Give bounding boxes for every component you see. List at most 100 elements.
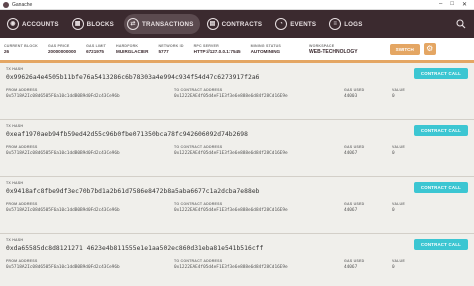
to-address-column: TO CONTRACT ADDRESS 0x1222EAE4f05d4eF1E3… [174, 259, 344, 270]
gas-used-value: 44003 [344, 94, 358, 99]
transactions-icon: ⇄ [127, 18, 139, 30]
search-icon[interactable] [456, 19, 466, 29]
contract-call-badge: CONTRACT CALL [413, 125, 468, 136]
from-address-label: FROM ADDRESS [6, 145, 38, 149]
transaction-row[interactable]: TX HASH 0x9418afc8fbe9df3ec70b7bd1a2b61d… [0, 177, 474, 234]
window-controls: – □ ✕ [439, 1, 471, 8]
window-titlebar: Ganache – □ ✕ [0, 0, 474, 10]
stat-value: MUIRGLACIER [116, 49, 149, 54]
nav-blocks-label: BLOCKS [86, 20, 114, 28]
gas-used-column: GAS USED 44067 [344, 202, 392, 213]
search-box[interactable] [452, 18, 470, 30]
value-value: 0 [392, 208, 395, 213]
transaction-row[interactable]: TX HASH 0x99626a4e4505b11bfe76a5413286c6… [0, 63, 474, 120]
from-address-value: 0x5718A2Ic08d6505F6a10c1ddB0B9d0Fd2c43Ce… [6, 208, 120, 213]
value-column: VALUE 0 [392, 259, 432, 270]
stats-bar: CURRENT BLOCK 26 GAS PRICE 20000000000 G… [0, 38, 474, 63]
stat-rpc-server: RPC SERVER HTTP://127.0.0.1:7545 [194, 44, 241, 54]
minimize-icon[interactable]: – [439, 1, 442, 8]
stat-label: CURRENT BLOCK [4, 44, 38, 48]
stat-label: RPC SERVER [193, 44, 219, 48]
close-icon[interactable]: ✕ [462, 1, 467, 8]
window-title: Ganache [12, 1, 33, 8]
stat-value: 5777 [158, 49, 169, 54]
stat-current-block: CURRENT BLOCK 26 [4, 44, 38, 54]
stat-workspace: WORKSPACE WEB-TECHNOLOGY [309, 44, 358, 55]
nav-accounts-label: ACCOUNTS [22, 20, 59, 28]
to-address-value: 0x1222EAE4f05d4eF1E3f3e6e888e6d84f28Cd16… [174, 208, 288, 213]
tx-hash: 0x9418afc8fbe9df3ec70b7bd1a2b61d7586e847… [6, 188, 260, 195]
from-address-label: FROM ADDRESS [6, 259, 38, 263]
value-label: VALUE [392, 145, 405, 149]
to-address-label: TO CONTRACT ADDRESS [174, 88, 223, 92]
nav-logs-label: LOGS [344, 20, 363, 28]
main-navbar: ◉ ACCOUNTS ▦ BLOCKS ⇄ TRANSACTIONS ▤ CON… [0, 10, 474, 38]
value-value: 0 [392, 151, 395, 156]
transaction-row[interactable]: TX HASH 0xeaf1970aeb94fb59ed42d55c96b0fb… [0, 120, 474, 177]
stat-value: HTTP://127.0.0.1:7545 [193, 49, 241, 54]
from-address-value: 0x5718A2Ic08d6505F6a10c1ddB0B9d0Fd2c43Ce… [6, 265, 120, 270]
from-address-column: FROM ADDRESS 0x5718A2Ic08d6505F6a10c1ddB… [6, 202, 174, 213]
stat-hardfork: HARDFORK MUIRGLACIER [116, 44, 148, 54]
switch-workspace-button[interactable]: SWITCH [389, 43, 420, 55]
stat-label: GAS PRICE [47, 44, 70, 48]
stat-mining-status: MINING STATUS AUTOMINING [251, 44, 281, 54]
gas-used-column: GAS USED 44067 [344, 259, 392, 270]
tx-hash-label: TX HASH [6, 124, 24, 128]
gas-used-label: GAS USED [344, 259, 365, 263]
stat-value: 6721975 [86, 49, 104, 54]
value-label: VALUE [392, 88, 405, 92]
to-address-column: TO CONTRACT ADDRESS 0x1222EAE4f05d4eF1E3… [174, 88, 344, 99]
transaction-row[interactable]: TX HASH 0xda65585dc8d8121271 4623e4b8115… [0, 234, 474, 286]
stat-value: 20000000000 [47, 49, 77, 54]
contract-call-badge: CONTRACT CALL [413, 182, 468, 193]
value-value: 0 [392, 265, 395, 270]
to-address-label: TO CONTRACT ADDRESS [174, 259, 223, 263]
maximize-icon[interactable]: □ [450, 1, 454, 8]
to-address-value: 0x1222EAE4f05d4eF1E3f3e6e888e6d84f28Cd16… [174, 151, 288, 156]
tx-details: FROM ADDRESS 0x5718A2Ic08d6505F6a10c1ddB… [6, 145, 468, 156]
nav-logs[interactable]: ≡ LOGS [326, 14, 368, 34]
tx-hash: 0xeaf1970aeb94fb59ed42d55c96b0fbe071350b… [6, 131, 248, 138]
tx-details: FROM ADDRESS 0x5718A2Ic08d6505F6a10c1ddB… [6, 202, 468, 213]
stat-label: NETWORK ID [158, 44, 184, 48]
stat-label: GAS LIMIT [86, 44, 107, 48]
to-address-column: TO CONTRACT ADDRESS 0x1222EAE4f05d4eF1E3… [174, 145, 344, 156]
nav-blocks[interactable]: ▦ BLOCKS [69, 14, 120, 34]
value-column: VALUE 0 [392, 88, 432, 99]
from-address-column: FROM ADDRESS 0x5718A2Ic08d6505F6a10c1ddB… [6, 259, 174, 270]
accounts-icon: ◉ [7, 18, 19, 30]
stat-label: HARDFORK [116, 44, 139, 48]
stat-network-id: NETWORK ID 5777 [158, 44, 183, 54]
from-address-label: FROM ADDRESS [6, 202, 38, 206]
tx-hash-label: TX HASH [6, 181, 24, 185]
value-column: VALUE 0 [392, 202, 432, 213]
value-label: VALUE [392, 259, 405, 263]
ganache-logo-icon [3, 1, 9, 8]
stat-label: MINING STATUS [250, 44, 282, 48]
nav-contracts[interactable]: ▤ CONTRACTS [204, 14, 269, 34]
nav-transactions[interactable]: ⇄ TRANSACTIONS [124, 14, 200, 34]
from-address-column: FROM ADDRESS 0x5718A2Ic08d6505F6a10c1ddB… [6, 88, 174, 99]
tx-details: FROM ADDRESS 0x5718A2Ic08d6505F6a10c1ddB… [6, 259, 468, 270]
to-address-label: TO CONTRACT ADDRESS [174, 202, 223, 206]
tx-hash-label: TX HASH [6, 238, 24, 242]
tx-hash: 0x99626a4e4505b11bfe76a5413286c6b78303a4… [6, 74, 260, 81]
events-icon: ◔ [275, 18, 288, 30]
from-address-value: 0x5718A2Ic08d6505F6a10c1ddB0B9d0Fd2c43Ce… [6, 151, 120, 156]
gas-used-column: GAS USED 44003 [344, 88, 392, 99]
from-address-column: FROM ADDRESS 0x5718A2Ic08d6505F6a10c1ddB… [6, 145, 174, 156]
nav-contracts-label: CONTRACTS [221, 20, 263, 28]
nav-accounts[interactable]: ◉ ACCOUNTS [4, 14, 65, 34]
stat-value: 26 [4, 49, 10, 54]
to-address-value: 0x1222EAE4f05d4eF1E3f3e6e888e6d84f28Cd16… [174, 94, 288, 99]
tx-hash-label: TX HASH [6, 67, 24, 71]
gas-used-value: 44067 [344, 151, 358, 156]
gas-used-label: GAS USED [344, 145, 365, 149]
nav-events[interactable]: ◔ EVENTS [272, 14, 322, 34]
settings-gear-icon[interactable]: ⚙ [423, 43, 436, 55]
contract-call-badge: CONTRACT CALL [413, 239, 468, 250]
logs-icon: ≡ [329, 18, 342, 30]
from-address-label: FROM ADDRESS [6, 88, 38, 92]
nav-events-label: EVENTS [290, 20, 317, 28]
